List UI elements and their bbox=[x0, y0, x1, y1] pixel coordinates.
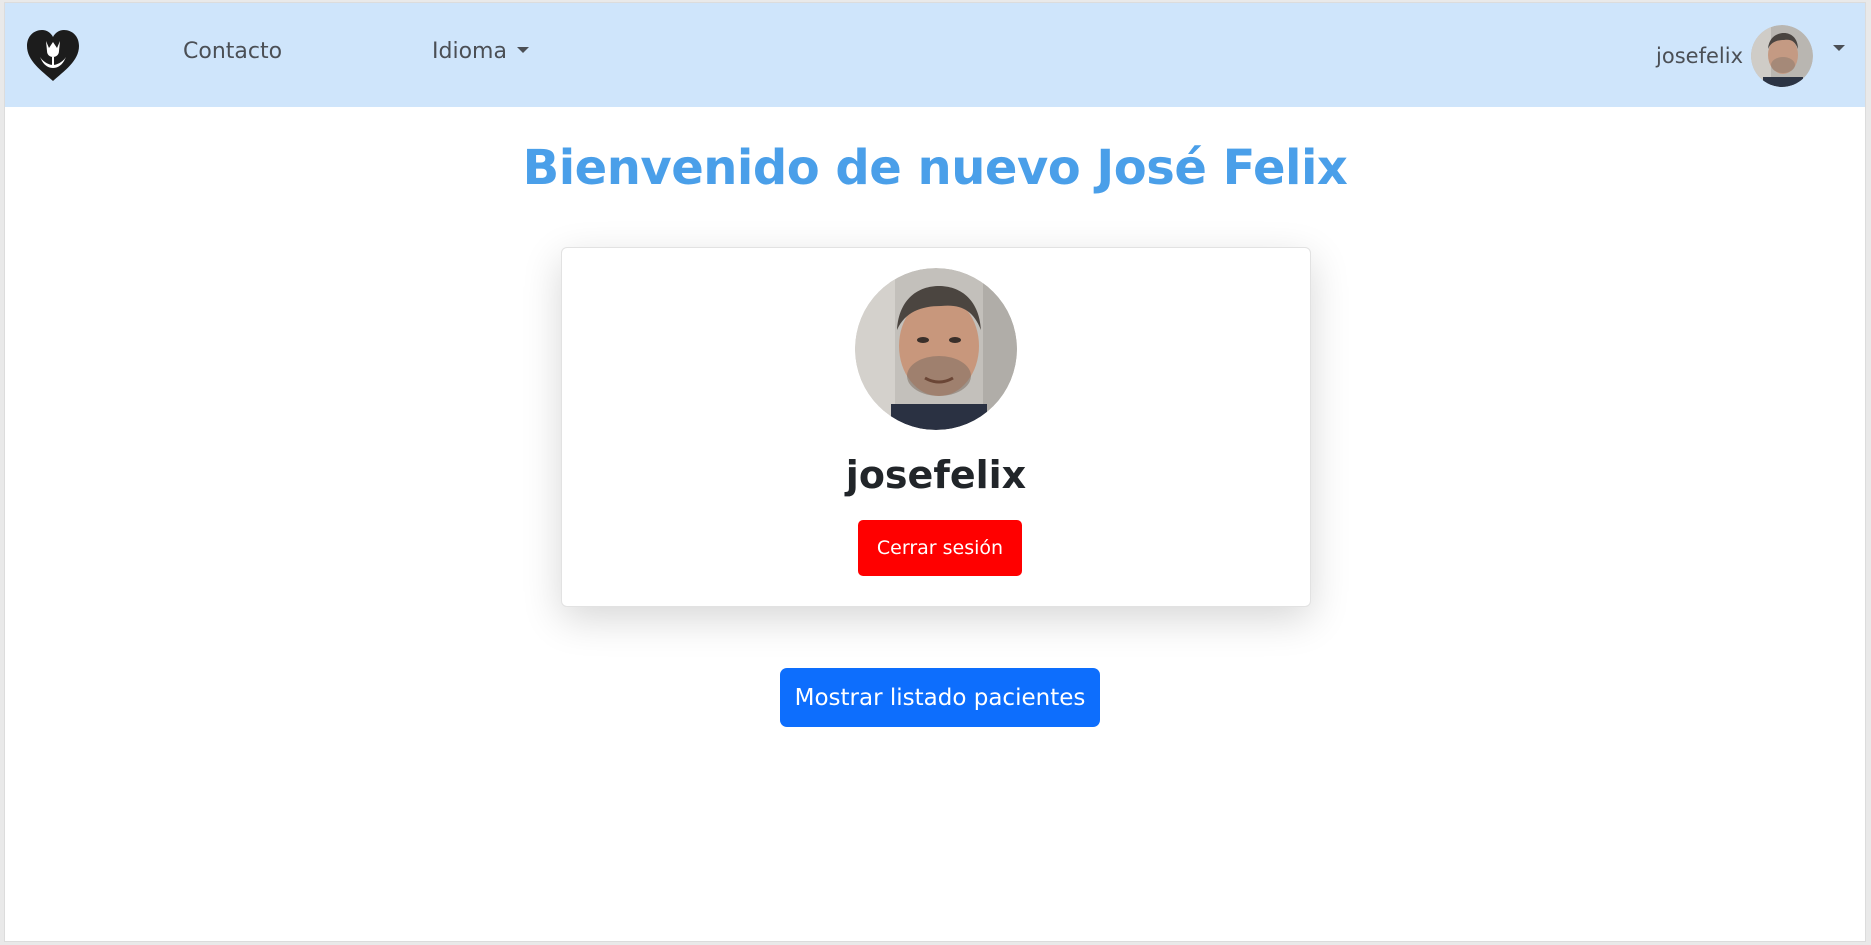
user-avatar-icon bbox=[1751, 25, 1813, 87]
profile-card: josefelix Cerrar sesión bbox=[561, 247, 1311, 607]
nav-dropdown-idioma[interactable]: Idioma bbox=[432, 39, 529, 64]
chevron-down-icon bbox=[1833, 45, 1845, 51]
heart-hands-logo-icon[interactable] bbox=[24, 27, 82, 83]
user-menu-dropdown[interactable]: josefelix bbox=[1656, 25, 1845, 87]
logout-button[interactable]: Cerrar sesión bbox=[858, 520, 1022, 576]
profile-avatar-icon bbox=[855, 268, 1017, 430]
profile-username: josefelix bbox=[845, 453, 1027, 497]
chevron-down-icon bbox=[516, 47, 529, 53]
nav-idioma-label: Idioma bbox=[432, 39, 507, 64]
nav-link-contacto[interactable]: Contacto bbox=[183, 39, 282, 64]
navbar-username: josefelix bbox=[1656, 44, 1743, 68]
top-navbar: Contacto Idioma josefelix bbox=[5, 3, 1865, 107]
welcome-heading: Bienvenido de nuevo José Felix bbox=[522, 140, 1348, 196]
show-patients-list-button[interactable]: Mostrar listado pacientes bbox=[780, 668, 1100, 727]
browser-viewport: Contacto Idioma josefelix Bienvenido de … bbox=[4, 2, 1866, 942]
